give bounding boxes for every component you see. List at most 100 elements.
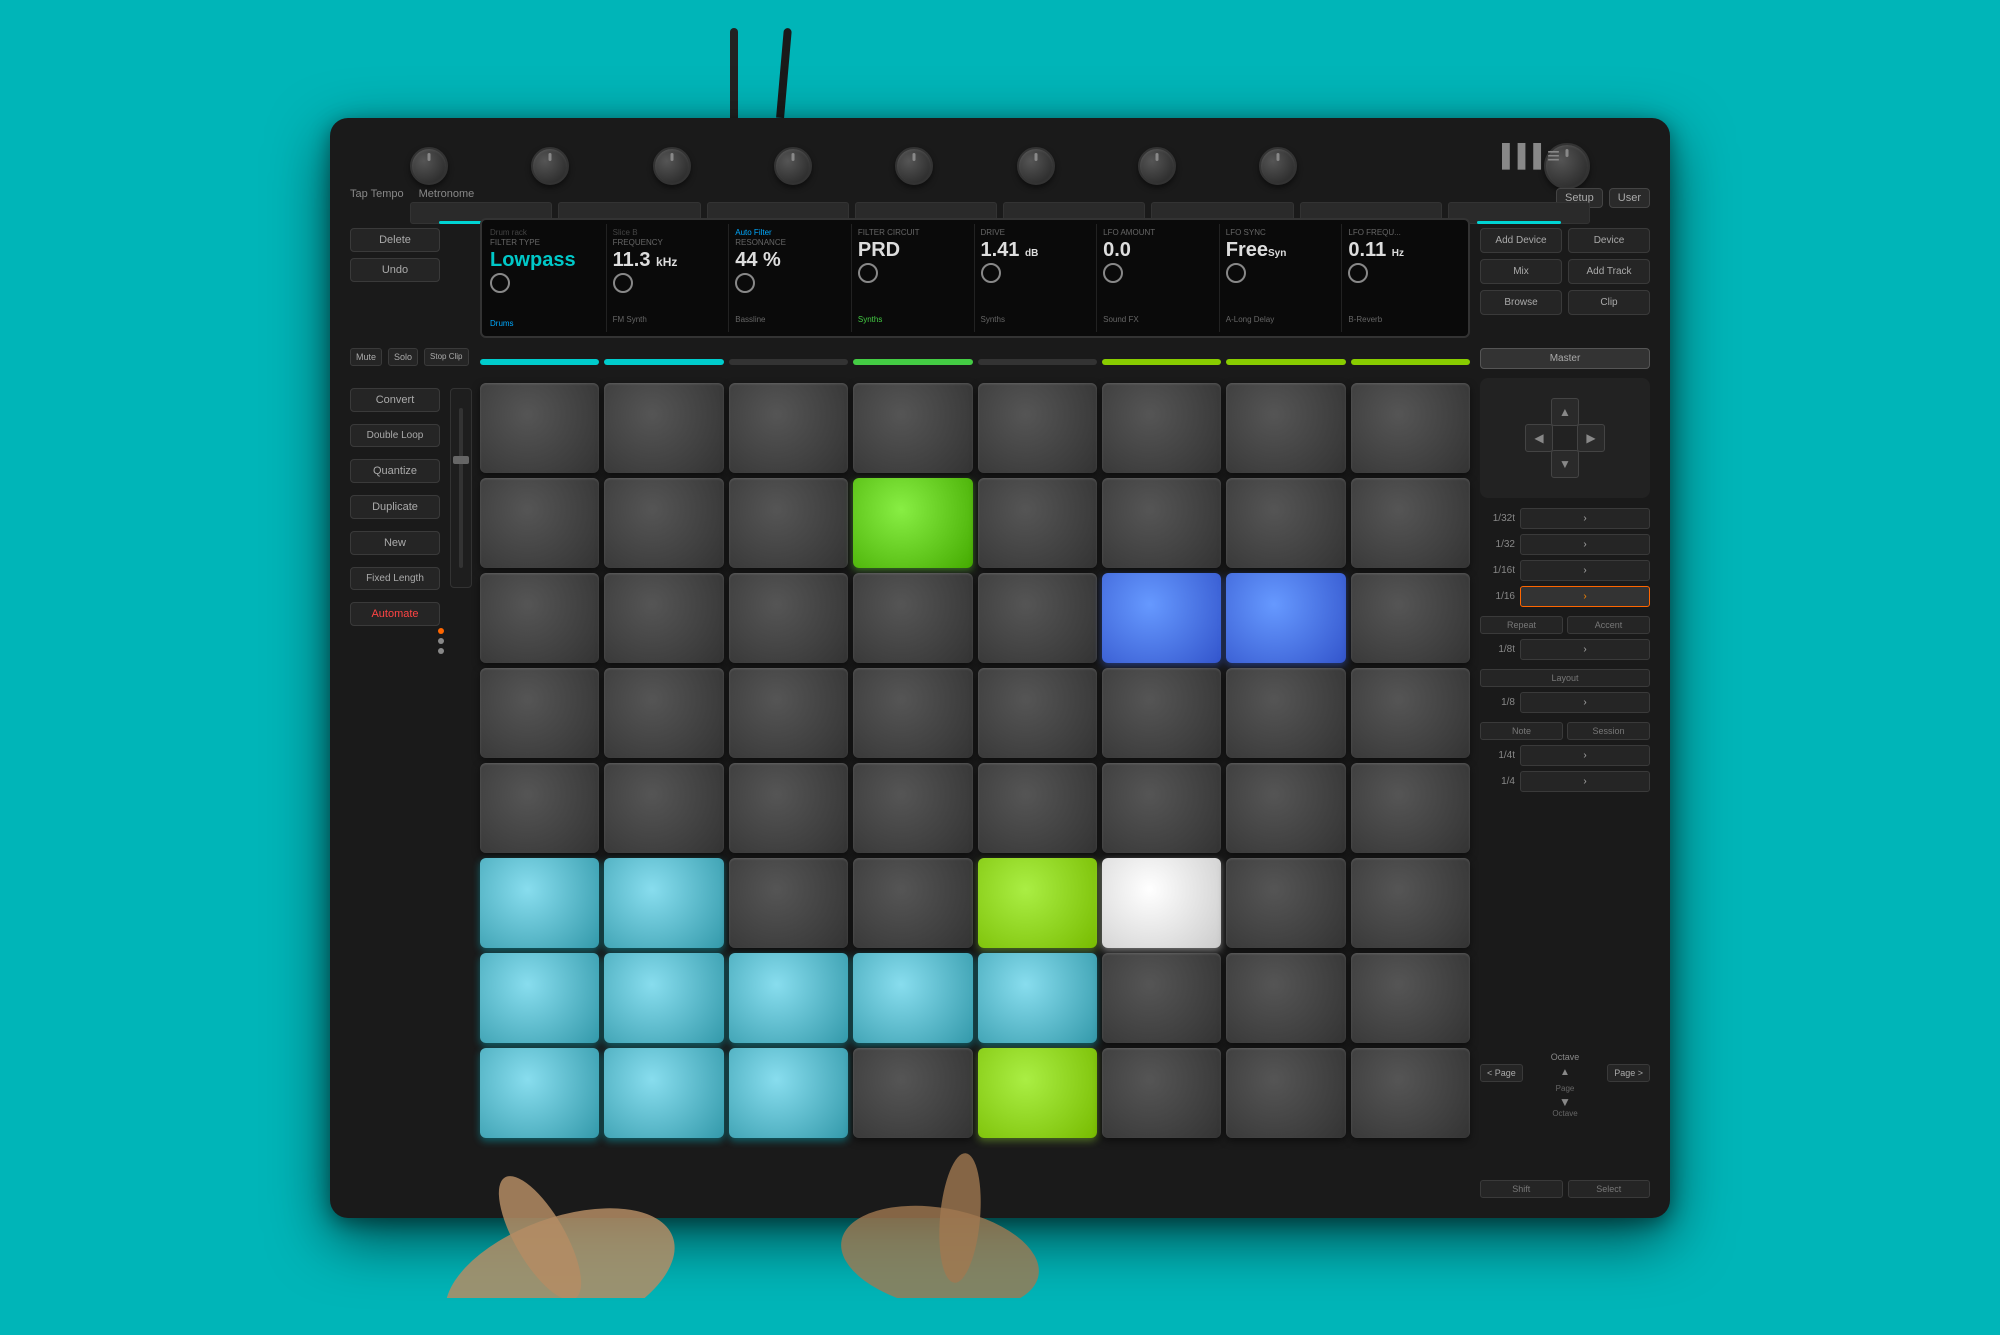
timing-btn-8[interactable]: ›: [1520, 692, 1650, 713]
pad-r3-c1[interactable]: [604, 668, 723, 758]
pad-r7-c2[interactable]: [729, 1048, 848, 1138]
mute-button[interactable]: Mute: [350, 348, 382, 366]
master-button[interactable]: Master: [1480, 348, 1650, 369]
timing-btn-8t[interactable]: ›: [1520, 639, 1650, 660]
knob-4[interactable]: [774, 147, 812, 185]
pad-r4-c3[interactable]: [853, 763, 972, 853]
pad-r1-c5[interactable]: [1102, 478, 1221, 568]
add-track-button[interactable]: Add Track: [1568, 259, 1650, 284]
repeat-button[interactable]: Repeat: [1480, 616, 1563, 634]
pad-r6-c7[interactable]: [1351, 953, 1470, 1043]
shift-button[interactable]: Shift: [1480, 1180, 1563, 1198]
nav-left-button[interactable]: ◀: [1525, 424, 1553, 452]
pad-r2-c4[interactable]: [978, 573, 1097, 663]
pad-r1-c2[interactable]: [729, 478, 848, 568]
note-button[interactable]: Note: [1480, 722, 1563, 740]
mix-button[interactable]: Mix: [1480, 259, 1562, 284]
undo-button[interactable]: Undo: [350, 258, 440, 282]
pad-r3-c3[interactable]: [853, 668, 972, 758]
pad-r4-c4[interactable]: [978, 763, 1097, 853]
pad-r5-c0[interactable]: [480, 858, 599, 948]
pad-r0-c2[interactable]: [729, 383, 848, 473]
nav-down-button[interactable]: ▼: [1551, 450, 1579, 478]
page-left-button[interactable]: < Page: [1480, 1064, 1523, 1082]
nav-up-button[interactable]: ▲: [1551, 398, 1579, 426]
timing-btn-16t[interactable]: ›: [1520, 560, 1650, 581]
user-button[interactable]: User: [1609, 188, 1650, 208]
pad-r1-c1[interactable]: [604, 478, 723, 568]
knob-2[interactable]: [531, 147, 569, 185]
pad-r6-c1[interactable]: [604, 953, 723, 1043]
pad-r5-c5[interactable]: [1102, 858, 1221, 948]
stop-clip-button[interactable]: Stop Clip: [424, 348, 468, 366]
layout-button[interactable]: Layout: [1480, 669, 1650, 687]
octave-down-arrow[interactable]: ▼: [1559, 1095, 1571, 1109]
pad-r5-c7[interactable]: [1351, 858, 1470, 948]
pad-r2-c1[interactable]: [604, 573, 723, 663]
pad-r6-c3[interactable]: [853, 953, 972, 1043]
clip-button[interactable]: Clip: [1568, 290, 1650, 315]
solo-button[interactable]: Solo: [388, 348, 418, 366]
accent-button[interactable]: Accent: [1567, 616, 1650, 634]
pad-r2-c0[interactable]: [480, 573, 599, 663]
new-button[interactable]: New: [350, 531, 440, 555]
pad-r7-c0[interactable]: [480, 1048, 599, 1138]
pad-r6-c4[interactable]: [978, 953, 1097, 1043]
octave-up-button[interactable]: ▲: [1560, 1067, 1570, 1078]
pad-r0-c6[interactable]: [1226, 383, 1345, 473]
volume-slider[interactable]: [450, 388, 472, 588]
pad-r0-c1[interactable]: [604, 383, 723, 473]
pad-r6-c6[interactable]: [1226, 953, 1345, 1043]
browse-button[interactable]: Browse: [1480, 290, 1562, 315]
knob-5[interactable]: [895, 147, 933, 185]
knob-1[interactable]: [410, 147, 448, 185]
fixed-length-button[interactable]: Fixed Length: [350, 567, 440, 590]
pad-r3-c7[interactable]: [1351, 668, 1470, 758]
pad-r0-c0[interactable]: [480, 383, 599, 473]
pad-r4-c1[interactable]: [604, 763, 723, 853]
pad-r5-c3[interactable]: [853, 858, 972, 948]
pad-r4-c7[interactable]: [1351, 763, 1470, 853]
pad-r5-c2[interactable]: [729, 858, 848, 948]
session-button[interactable]: Session: [1567, 722, 1650, 740]
add-device-button[interactable]: Add Device: [1480, 228, 1562, 253]
pad-r2-c2[interactable]: [729, 573, 848, 663]
quantize-button[interactable]: Quantize: [350, 459, 440, 483]
pad-r6-c2[interactable]: [729, 953, 848, 1043]
pad-r2-c6[interactable]: [1226, 573, 1345, 663]
pad-r5-c4[interactable]: [978, 858, 1097, 948]
pad-r4-c6[interactable]: [1226, 763, 1345, 853]
pad-r7-c1[interactable]: [604, 1048, 723, 1138]
pad-r7-c4[interactable]: [978, 1048, 1097, 1138]
metronome-button[interactable]: Metronome: [419, 188, 475, 200]
pad-r5-c1[interactable]: [604, 858, 723, 948]
knob-6[interactable]: [1017, 147, 1055, 185]
knob-7[interactable]: [1138, 147, 1176, 185]
pad-r1-c6[interactable]: [1226, 478, 1345, 568]
pad-r7-c3[interactable]: [853, 1048, 972, 1138]
pad-r6-c0[interactable]: [480, 953, 599, 1043]
pad-r6-c5[interactable]: [1102, 953, 1221, 1043]
device-button[interactable]: Device: [1568, 228, 1650, 253]
pad-r1-c0[interactable]: [480, 478, 599, 568]
knob-8[interactable]: [1259, 147, 1297, 185]
octave-up-arrow[interactable]: ▲: [1560, 1067, 1570, 1078]
pad-r1-c7[interactable]: [1351, 478, 1470, 568]
timing-btn-4[interactable]: ›: [1520, 771, 1650, 792]
pad-r2-c5[interactable]: [1102, 573, 1221, 663]
duplicate-button[interactable]: Duplicate: [350, 495, 440, 519]
pad-r2-c3[interactable]: [853, 573, 972, 663]
pad-r0-c3[interactable]: [853, 383, 972, 473]
pad-r7-c5[interactable]: [1102, 1048, 1221, 1138]
pad-r2-c7[interactable]: [1351, 573, 1470, 663]
pad-r3-c6[interactable]: [1226, 668, 1345, 758]
page-right-button[interactable]: Page >: [1607, 1064, 1650, 1082]
delete-button[interactable]: Delete: [350, 228, 440, 252]
pad-r4-c0[interactable]: [480, 763, 599, 853]
pad-r1-c3[interactable]: [853, 478, 972, 568]
pad-r1-c4[interactable]: [978, 478, 1097, 568]
timing-btn-4t[interactable]: ›: [1520, 745, 1650, 766]
timing-btn-16[interactable]: ›: [1520, 586, 1650, 607]
pad-r3-c2[interactable]: [729, 668, 848, 758]
pad-r4-c2[interactable]: [729, 763, 848, 853]
